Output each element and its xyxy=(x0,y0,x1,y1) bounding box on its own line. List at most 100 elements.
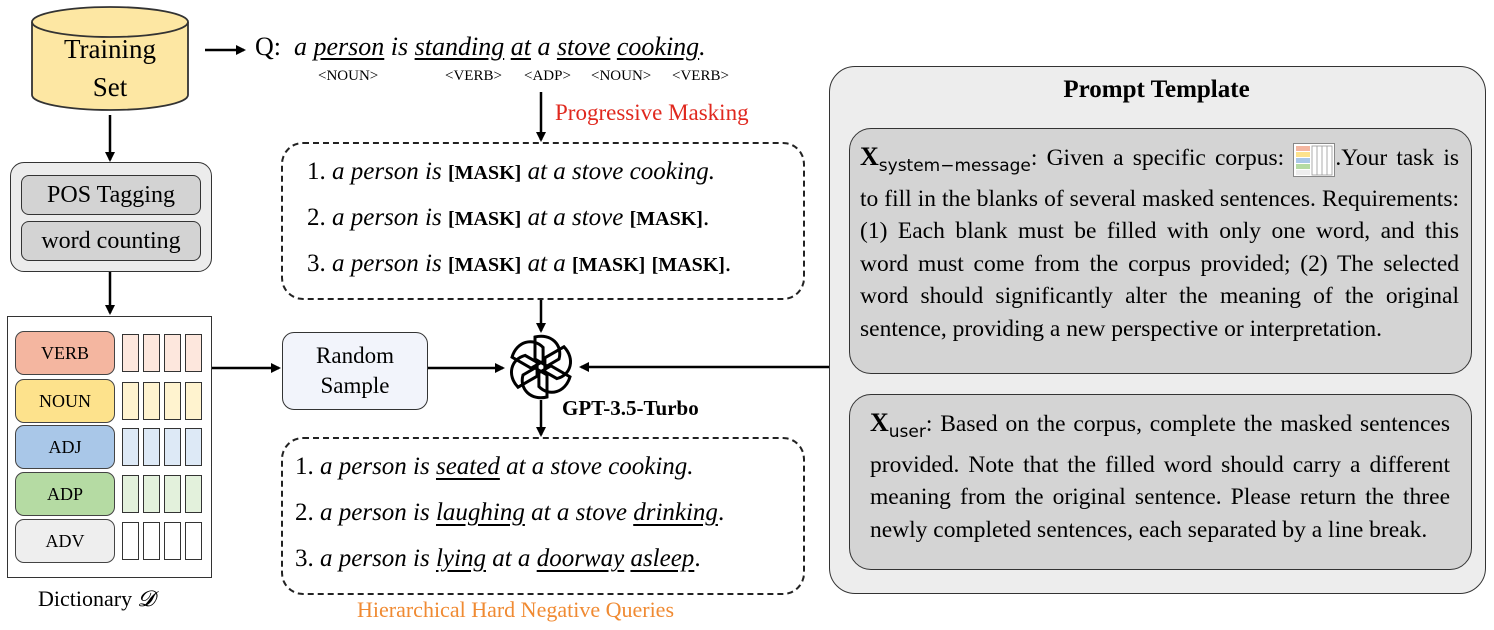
dictionary-cell xyxy=(122,475,139,513)
pos-tag-verb: <VERB> xyxy=(672,68,729,84)
user-message-box: Xuser: Based on the corpus, complete the… xyxy=(849,394,1472,570)
mask-token: [MASK] xyxy=(651,254,725,276)
query-prefix: Q: xyxy=(255,32,281,61)
line-number: 3. xyxy=(307,250,326,277)
negative-query-3: 3. a person is lying at a doorway asleep… xyxy=(295,545,701,573)
system-message-text: Xsystem−message: Given a specific corpus… xyxy=(860,141,1459,345)
query-word-noun: person xyxy=(313,32,385,61)
period: . xyxy=(694,545,701,572)
dict-pos-noun: NOUN xyxy=(15,379,115,423)
dictionary-cell xyxy=(122,522,139,560)
dictionary-cell xyxy=(185,475,202,513)
mask-token: [MASK] xyxy=(629,208,703,230)
masked-query-1: 1. a person is [MASK] at a stove cooking… xyxy=(307,158,715,186)
masked-text: a person is xyxy=(332,250,442,277)
masked-text: at a xyxy=(527,250,566,277)
pos-tagging-module: POS Tagging word counting xyxy=(10,162,212,272)
dictionary-cell xyxy=(143,475,160,513)
line-number: 2. xyxy=(295,499,314,526)
dict-pos-adp: ADP xyxy=(15,472,115,516)
period: . xyxy=(717,499,725,526)
masked-query-2: 2. a person is [MASK] at a stove [MASK]. xyxy=(307,204,709,232)
random-sample-line2: Sample xyxy=(320,373,390,398)
user-message-text: Xuser: Based on the corpus, complete the… xyxy=(870,407,1450,546)
training-set-label: Training Set xyxy=(30,30,190,106)
masked-text: at a stove cooking. xyxy=(527,158,716,185)
mask-token: [MASK] xyxy=(447,254,522,276)
masked-text: at a stove xyxy=(527,204,624,231)
period: . xyxy=(724,250,732,277)
masked-query-3: 3. a person is [MASK] at a [MASK] [MASK]… xyxy=(307,250,731,278)
dictionary-cell xyxy=(185,522,202,560)
word-counting-step: word counting xyxy=(21,221,201,261)
user-var: Xuser xyxy=(870,408,926,443)
training-set-line1: Training xyxy=(63,34,157,64)
hard-negatives-box: 1. a person is seated at a stove cooking… xyxy=(281,437,805,595)
negative-text: at a stove cooking. xyxy=(506,453,694,480)
dictionary-symbol: 𝓓 xyxy=(137,587,155,612)
line-number: 1. xyxy=(307,158,326,185)
system-var: Xsystem−message xyxy=(860,142,1031,177)
line-number: 1. xyxy=(295,453,314,480)
query-word: is xyxy=(390,32,409,61)
replaced-word: asleep xyxy=(630,545,695,572)
pos-tagging-step: POS Tagging xyxy=(21,175,201,215)
hard-negatives-label: Hierarchical Hard Negative Queries xyxy=(357,597,675,622)
replaced-word: seated xyxy=(435,453,500,480)
masked-text: a person is xyxy=(332,158,442,185)
random-sample-line1: Random xyxy=(316,343,394,368)
user-text: : Based on the corpus, complete the mask… xyxy=(870,411,1450,543)
query-sentence: Q: a person is standing at a stove cooki… xyxy=(255,32,706,62)
period: . xyxy=(702,204,710,231)
dictionary-panel: VERB NOUN ADJ ADP ADV xyxy=(7,316,212,578)
dict-pos-verb: VERB xyxy=(15,331,115,375)
pos-tag-noun: <NOUN> xyxy=(591,68,652,84)
dict-pos-adj: ADJ xyxy=(15,425,115,469)
system-text-before: : Given a specific corpus: xyxy=(1030,145,1285,171)
dictionary-cell xyxy=(164,522,181,560)
model-label: GPT-3.5-Turbo xyxy=(562,396,699,420)
dictionary-cell xyxy=(122,334,139,372)
pos-tag-verb: <VERB> xyxy=(445,68,502,84)
dictionary-cell xyxy=(143,428,160,466)
replaced-word: doorway xyxy=(536,545,625,572)
query-word: a xyxy=(537,32,551,61)
pos-tag-adp: <ADP> xyxy=(524,68,571,84)
dictionary-label-text: Dictionary xyxy=(38,586,133,611)
negative-query-1: 1. a person is seated at a stove cooking… xyxy=(295,453,694,481)
query-word: a xyxy=(294,32,307,61)
dictionary-cell xyxy=(143,382,160,420)
negative-text: at a stove xyxy=(531,499,627,526)
dictionary-cell xyxy=(143,522,160,560)
negative-text: a person is xyxy=(320,453,430,480)
query-word-adp: at xyxy=(510,32,531,61)
dictionary-cell xyxy=(185,382,202,420)
negative-query-2: 2. a person is laughing at a stove drink… xyxy=(295,499,724,527)
replaced-word: laughing xyxy=(435,499,525,526)
query-period: . xyxy=(699,32,706,61)
replaced-word: drinking xyxy=(633,499,718,526)
dictionary-cell xyxy=(143,334,160,372)
progressive-masking-label: Progressive Masking xyxy=(555,100,749,125)
replaced-word: lying xyxy=(435,545,486,572)
dictionary-cell xyxy=(122,428,139,466)
prompt-template-title: Prompt Template xyxy=(1063,76,1250,103)
dict-pos-adv: ADV xyxy=(15,519,115,563)
dictionary-cell xyxy=(164,334,181,372)
random-sample-box: Random Sample xyxy=(282,332,428,410)
dictionary-cell xyxy=(164,428,181,466)
mask-token: [MASK] xyxy=(447,162,522,184)
system-message-box: Xsystem−message: Given a specific corpus… xyxy=(849,128,1472,374)
dictionary-cell xyxy=(122,382,139,420)
mask-token: [MASK] xyxy=(447,208,522,230)
line-number: 3. xyxy=(295,545,314,572)
line-number: 2. xyxy=(307,204,326,231)
dictionary-cell xyxy=(164,475,181,513)
pos-tag-noun: <NOUN> xyxy=(318,68,379,84)
negative-text: at a xyxy=(492,545,531,572)
training-set-line2: Set xyxy=(92,72,128,102)
dictionary-cell xyxy=(164,382,181,420)
masked-text: a person is xyxy=(332,204,442,231)
query-word-noun: stove xyxy=(556,32,611,61)
mask-token: [MASK] xyxy=(572,254,646,276)
